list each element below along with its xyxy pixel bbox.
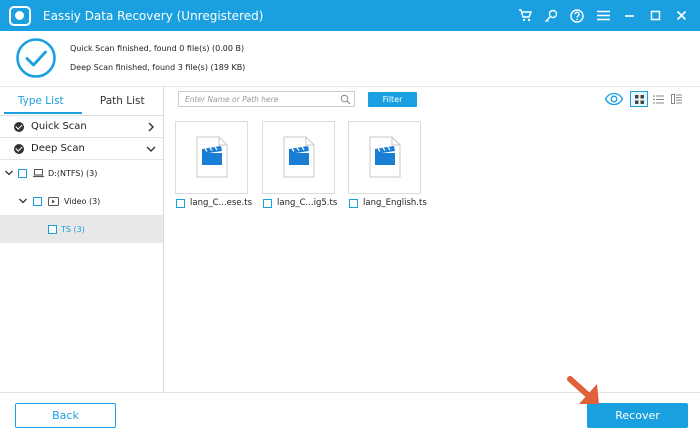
video-file-icon bbox=[369, 136, 401, 178]
video-file-icon bbox=[283, 136, 315, 178]
tree-item-ts[interactable]: TS (3) bbox=[0, 215, 163, 243]
detail-view-icon bbox=[670, 94, 682, 104]
tree-label: Video (3) bbox=[64, 196, 101, 206]
preview-eye-icon[interactable] bbox=[604, 92, 624, 106]
minimize-icon[interactable] bbox=[616, 0, 642, 31]
drive-checkbox[interactable] bbox=[18, 168, 27, 178]
menu-icon[interactable] bbox=[590, 0, 616, 31]
tree-item-video[interactable]: Video (3) bbox=[0, 187, 163, 215]
ts-checkbox[interactable] bbox=[48, 224, 57, 234]
cart-icon[interactable] bbox=[512, 0, 538, 31]
help-icon[interactable] bbox=[564, 0, 590, 31]
check-icon bbox=[14, 121, 24, 132]
scan-complete-check-icon bbox=[16, 38, 56, 78]
file-item[interactable]: lang_English.ts bbox=[349, 198, 427, 208]
list-view-icon bbox=[652, 95, 664, 103]
scan-status-panel: Quick Scan finished, found 0 file(s) (0.… bbox=[0, 31, 700, 86]
file-thumbnail[interactable] bbox=[175, 121, 248, 194]
title-bar-controls bbox=[512, 0, 700, 31]
deep-scan-label: Deep Scan bbox=[31, 143, 85, 154]
grid-view-button[interactable] bbox=[630, 91, 648, 107]
file-thumbnail[interactable] bbox=[348, 121, 421, 194]
chevron-down-icon[interactable] bbox=[18, 196, 28, 206]
app-title: Eassiy Data Recovery (Unregistered) bbox=[43, 8, 264, 23]
filter-button[interactable]: Filter bbox=[368, 92, 417, 107]
active-tab-indicator bbox=[4, 112, 82, 114]
app-logo-icon bbox=[9, 5, 31, 26]
detail-view-button[interactable] bbox=[667, 91, 685, 107]
tree-label: D:(NTFS) (3) bbox=[48, 168, 98, 178]
search-box bbox=[178, 91, 355, 107]
file-checkbox[interactable] bbox=[349, 198, 358, 208]
chevron-down-icon[interactable] bbox=[145, 143, 157, 155]
video-file-icon bbox=[196, 136, 228, 178]
deep-scan-status: Deep Scan finished, found 3 file(s) (189… bbox=[70, 63, 246, 72]
search-input[interactable] bbox=[179, 92, 329, 106]
file-name: lang_C...ig5.ts bbox=[277, 198, 338, 208]
video-icon bbox=[48, 196, 59, 206]
maximize-icon[interactable] bbox=[642, 0, 668, 31]
file-name: lang_C...ese.ts bbox=[190, 198, 252, 208]
search-icon[interactable] bbox=[340, 94, 351, 105]
check-icon bbox=[14, 143, 24, 154]
quick-scan-status: Quick Scan finished, found 0 file(s) (0.… bbox=[70, 44, 245, 53]
tree-item-drive[interactable]: D:(NTFS) (3) bbox=[0, 159, 163, 187]
list-tabs: Type List Path List bbox=[0, 87, 163, 115]
video-checkbox[interactable] bbox=[33, 196, 42, 206]
tree-label: TS (3) bbox=[61, 224, 85, 234]
pointer-arrow-icon bbox=[567, 376, 599, 404]
file-item[interactable]: lang_C...ese.ts bbox=[176, 198, 252, 208]
list-view-button[interactable] bbox=[649, 91, 667, 107]
title-bar: Eassiy Data Recovery (Unregistered) bbox=[0, 0, 700, 31]
deep-scan-row[interactable]: Deep Scan bbox=[0, 138, 163, 160]
quick-scan-label: Quick Scan bbox=[31, 121, 87, 132]
file-checkbox[interactable] bbox=[263, 198, 272, 208]
chevron-down-icon[interactable] bbox=[4, 168, 14, 178]
key-icon[interactable] bbox=[538, 0, 564, 31]
left-panel: Type List Path List Quick Scan Deep Scan bbox=[0, 87, 164, 392]
file-name: lang_English.ts bbox=[363, 198, 427, 208]
file-checkbox[interactable] bbox=[176, 198, 185, 208]
back-button[interactable]: Back bbox=[15, 403, 116, 428]
quick-scan-row[interactable]: Quick Scan bbox=[0, 116, 163, 138]
tab-type-list[interactable]: Type List bbox=[0, 87, 82, 115]
app-window: Eassiy Data Recovery (Unregistered) Quic… bbox=[0, 0, 700, 440]
chevron-right-icon[interactable] bbox=[145, 121, 157, 133]
tab-path-list[interactable]: Path List bbox=[82, 87, 164, 115]
file-thumbnail[interactable] bbox=[262, 121, 335, 194]
close-icon[interactable] bbox=[668, 0, 694, 31]
grid-view-icon bbox=[634, 94, 644, 104]
file-item[interactable]: lang_C...ig5.ts bbox=[263, 198, 337, 208]
drive-icon bbox=[33, 168, 44, 178]
